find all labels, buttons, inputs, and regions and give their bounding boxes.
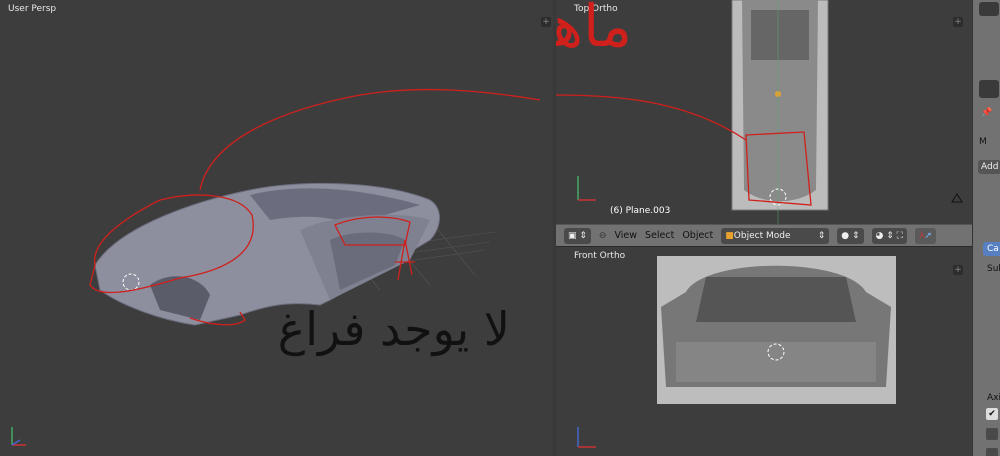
sub-label: Sub [987, 264, 1000, 274]
axis-gizmo [11, 427, 26, 446]
collapse-icon[interactable]: ⊖ [599, 231, 607, 241]
cube-icon: ■ [725, 230, 734, 241]
axis-label: Axi [987, 393, 1000, 403]
shading-select[interactable]: ● ⇕ [837, 227, 864, 244]
viewport-front-ortho[interactable]: Front Ortho + [556, 247, 972, 456]
menu-select[interactable]: Select [645, 230, 674, 241]
viewport-top-ortho[interactable]: Top Ortho + ماهذا (6) Plane.003 [556, 0, 972, 224]
ca-button[interactable]: Ca [983, 242, 1000, 256]
annotation-handwritten-black: لا يوجد فراغ [277, 302, 510, 356]
object-info: (6) Plane.003 [610, 206, 671, 216]
editor-type-button[interactable]: ▣ ⇕ [564, 227, 591, 244]
properties-panel: 📌 M Add Ca Sub Axi ✔ [972, 0, 1000, 456]
axis-checkbox[interactable] [986, 448, 998, 456]
menu-object[interactable]: Object [682, 230, 713, 241]
manipulator-toggle[interactable]: ⅄ ➚ [914, 227, 936, 244]
annotation-handwritten-red: ماهذا [556, 0, 632, 60]
viewport-header: ▣ ⇕ ⊖ View Select Object ■Object Mode ⇕ ●… [556, 224, 972, 247]
mode-select[interactable]: ■Object Mode ⇕ [721, 227, 830, 244]
add-modifier-button[interactable]: Add [978, 160, 1000, 174]
context-buttons[interactable] [979, 80, 999, 98]
car-model-perspective [11, 88, 541, 446]
pin-icon[interactable]: 📌 [981, 108, 992, 118]
car-model-front [577, 256, 896, 448]
section-header[interactable]: M [979, 137, 987, 147]
viewport-user-persp[interactable]: User Persp + لا يوجد فراغ [0, 0, 553, 456]
menu-view[interactable]: View [614, 230, 637, 241]
outliner-button[interactable] [979, 2, 999, 16]
axis-checkbox[interactable] [986, 428, 998, 440]
axis-checkbox[interactable]: ✔ [986, 408, 998, 420]
pivot-select[interactable]: ◕ ⇕ ⛶ [871, 227, 907, 244]
